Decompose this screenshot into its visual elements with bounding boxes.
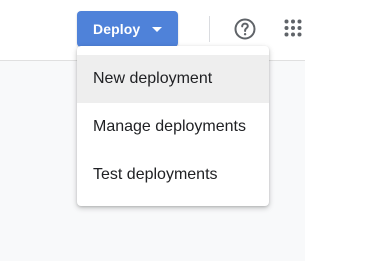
toolbar-separator — [209, 16, 210, 42]
caret-down-icon — [152, 27, 162, 32]
menu-item-test-deployments[interactable]: Test deployments — [77, 151, 269, 199]
menu-item-label: New deployment — [93, 70, 213, 87]
editor-window: Deploy New deployment Manage deployments… — [0, 0, 379, 261]
menu-item-new-deployment[interactable]: New deployment — [77, 55, 269, 103]
deploy-button[interactable]: Deploy — [77, 11, 178, 47]
menu-item-manage-deployments[interactable]: Manage deployments — [77, 103, 269, 151]
deploy-button-label: Deploy — [93, 21, 141, 37]
deploy-dropdown-menu: New deployment Manage deployments Test d… — [77, 46, 269, 206]
apps-grid-icon[interactable] — [284, 19, 302, 37]
menu-item-label: Test deployments — [93, 166, 218, 183]
help-circle-icon[interactable] — [233, 17, 257, 41]
right-gutter — [305, 0, 379, 261]
menu-item-label: Manage deployments — [93, 118, 246, 135]
